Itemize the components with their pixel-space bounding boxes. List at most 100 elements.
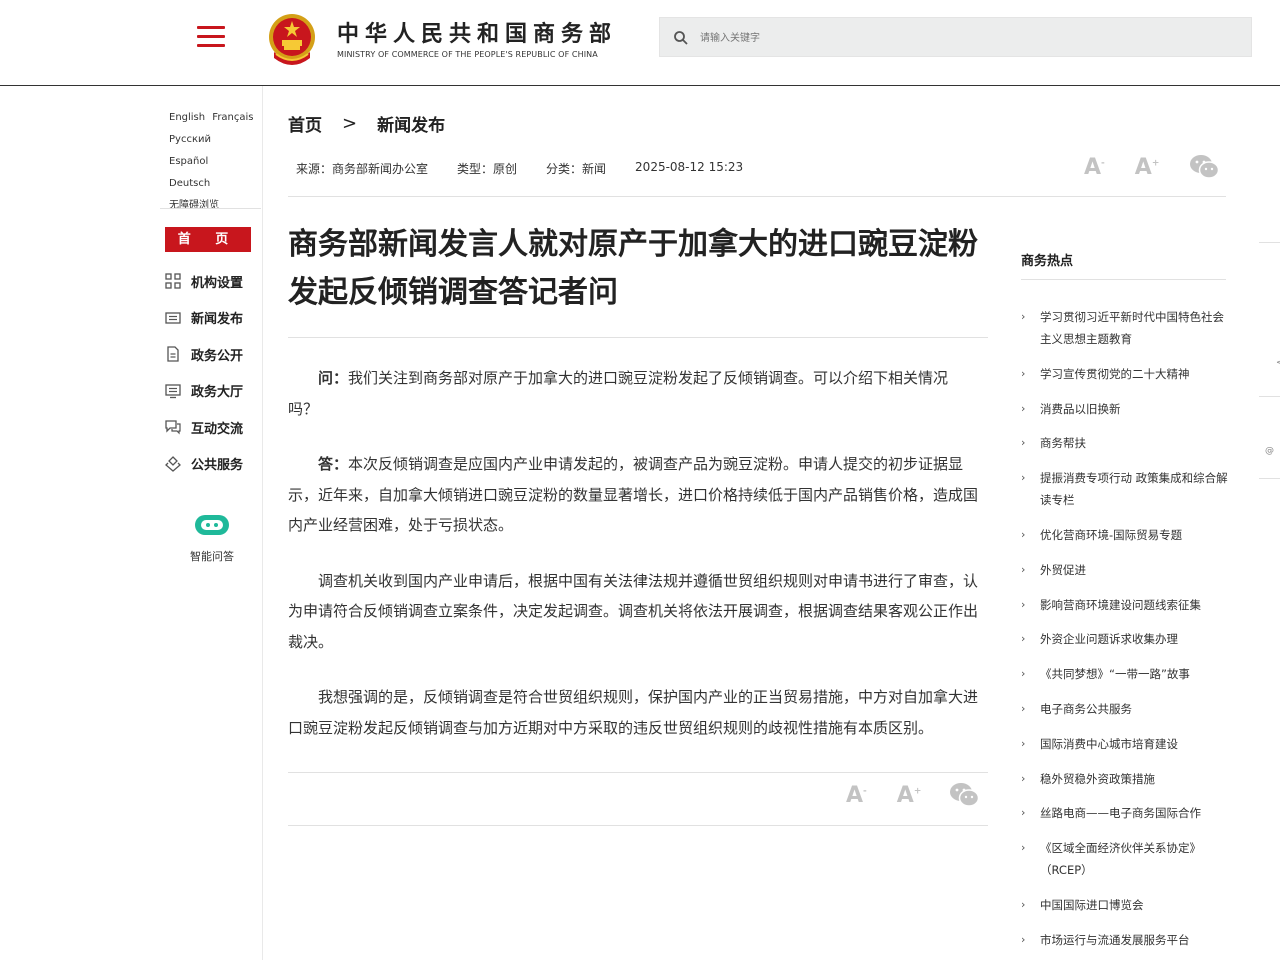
sidebar-item-label: 公共服务	[191, 458, 244, 474]
robot-icon	[195, 515, 229, 535]
hall-monitor-icon	[165, 384, 181, 398]
accessibility-link[interactable]: 无障碍浏览	[169, 200, 219, 211]
hot-topic-item[interactable]: › 外贸促进	[1021, 559, 1231, 581]
divider	[288, 196, 1226, 197]
sidebar-divider	[160, 208, 261, 209]
chevron-right-icon: ›	[1021, 841, 1026, 855]
answer-lead: 答：	[318, 455, 349, 473]
hot-topic-item[interactable]: › 学习贯彻习近平新时代中国特色社会主义思想主题教育	[1021, 306, 1231, 350]
chevron-right-icon: ›	[1021, 401, 1026, 415]
chevron-right-icon: ›	[1021, 736, 1026, 750]
hot-topic-item[interactable]: › 《区域全面经济伙伴关系协定》（RCEP）	[1021, 837, 1231, 881]
search-bar	[659, 17, 1252, 57]
hot-topic-item[interactable]: › 商务帮扶	[1021, 432, 1231, 454]
site-name-cn[interactable]: 中华人民共和国商务部	[337, 16, 617, 48]
sidebar-item-open-gov[interactable]: 政务公开	[165, 336, 260, 373]
breadcrumb: 首页 > 新闻发布	[288, 111, 445, 136]
sidebar-home-button[interactable]: 首 页	[165, 227, 251, 252]
hot-topic-item[interactable]: › 提振消费专项行动 政策集成和综合解读专栏	[1021, 467, 1231, 511]
edge-mark[interactable]: @	[1265, 446, 1274, 456]
article-body: 问：我们关注到商务部对原产于加拿大的进口豌豆淀粉发起了反倾销调查。可以介绍下相关…	[288, 363, 978, 768]
chevron-right-icon: ›	[1021, 701, 1026, 715]
news-icon	[165, 312, 181, 324]
chevron-right-icon: ›	[1021, 771, 1026, 785]
lang-russian[interactable]: Русский	[169, 134, 211, 145]
chevron-right-icon: ›	[1021, 667, 1026, 681]
chevron-right-icon: ›	[1021, 527, 1026, 541]
hot-topic-item[interactable]: › 《共同梦想》“一带一路”故事	[1021, 663, 1231, 685]
hot-topic-item[interactable]: › 消费品以旧换新	[1021, 398, 1231, 420]
sidebar-item-org[interactable]: 机构设置	[165, 263, 260, 300]
wechat-icon[interactable]	[949, 782, 980, 808]
sidebar-item-hall[interactable]: 政务大厅	[165, 373, 260, 410]
site-name-en: MINISTRY OF COMMERCE OF THE PEOPLE'S REP…	[337, 50, 598, 59]
chevron-right-icon: ›	[1021, 436, 1026, 450]
hot-topic-item[interactable]: › 稳外贸稳外资政策措施	[1021, 768, 1231, 790]
chevron-right-icon: ›	[1021, 562, 1026, 576]
ai-assistant-label: 智能问答	[190, 550, 234, 563]
font-increase-button[interactable]: A+	[1135, 155, 1160, 180]
sidebar-item-public-service[interactable]: 公共服务	[165, 446, 260, 483]
meta-type: 类型：原创	[457, 162, 518, 176]
breadcrumb-current[interactable]: 新闻发布	[377, 111, 445, 136]
font-decrease-button[interactable]: A-	[1084, 155, 1105, 180]
lang-spanish[interactable]: Español	[169, 156, 208, 167]
search-input[interactable]	[700, 27, 1220, 49]
hamburger-menu-icon[interactable]	[197, 26, 225, 48]
chat-icon	[165, 420, 181, 435]
sidebar-border	[262, 86, 263, 960]
hot-topic-item[interactable]: › 电子商务公共服务	[1021, 698, 1231, 720]
divider	[288, 337, 988, 338]
chevron-right-icon: ›	[1021, 806, 1026, 820]
sidebar-item-interact[interactable]: 互动交流	[165, 409, 260, 446]
site-header: 中华人民共和国商务部 MINISTRY OF COMMERCE OF THE P…	[0, 0, 1280, 86]
article-title: 商务部新闻发言人就对原产于加拿大的进口豌豆淀粉发起反倾销调查答记者问	[288, 227, 978, 310]
hot-topic-item[interactable]: › 中国国际进口博览会	[1021, 894, 1231, 916]
font-increase-button[interactable]: A+	[897, 783, 922, 808]
article-tools-top: A- A+	[1084, 154, 1220, 180]
hot-topic-item[interactable]: › 学习宣传贯彻党的二十大精神	[1021, 363, 1231, 385]
sidebar-item-news[interactable]: 新闻发布	[165, 300, 260, 337]
search-icon[interactable]	[673, 30, 689, 46]
lang-english[interactable]: English	[169, 112, 205, 123]
sidebar-item-label: 机构设置	[191, 275, 244, 291]
hot-topic-item[interactable]: › 国际消费中心城市培育建设	[1021, 733, 1231, 755]
breadcrumb-home[interactable]: 首页	[288, 111, 322, 136]
meta-source: 来源：商务部新闻办公室	[296, 162, 429, 176]
chevron-right-icon: ›	[1021, 597, 1026, 611]
chevron-right-icon: ›	[1021, 366, 1026, 380]
chevron-right-icon: ›	[1021, 632, 1026, 646]
sidebar-item-label: 互动交流	[191, 421, 244, 437]
chevron-right-icon: >	[342, 113, 358, 134]
national-emblem-icon[interactable]	[266, 12, 318, 66]
right-floating-panel: < @	[1259, 86, 1280, 960]
sidebar-nav: 机构设置 新闻发布 政务公开 政务大厅 互动交流 公共服务	[165, 263, 260, 482]
font-decrease-button[interactable]: A-	[846, 783, 867, 808]
divider	[288, 825, 988, 826]
ai-assistant-button[interactable]: 智能问答	[186, 512, 238, 564]
hot-topic-item[interactable]: › 优化营商环境-国际贸易专题	[1021, 524, 1231, 546]
article-tools-bottom: A- A+	[846, 782, 980, 808]
divider	[1021, 279, 1226, 280]
hot-topics-title: 商务热点	[1021, 254, 1074, 269]
lang-french[interactable]: Français	[212, 112, 253, 123]
article-paragraph: 问：我们关注到商务部对原产于加拿大的进口豌豆淀粉发起了反倾销调查。可以介绍下相关…	[288, 369, 949, 418]
hot-topic-item[interactable]: › 丝路电商——电子商务国际合作	[1021, 802, 1231, 824]
hot-topic-item[interactable]: › 影响营商环境建设问题线索征集	[1021, 594, 1231, 616]
org-grid-icon	[165, 273, 181, 289]
article-meta: 来源：商务部新闻办公室 类型：原创 分类：新闻 2025-08-12 15:23	[296, 160, 772, 177]
article-paragraph: 答：本次反倾销调查是应国内产业申请发起的，被调查产品为豌豆淀粉。申请人提交的初步…	[288, 455, 979, 534]
sidebar-item-label: 新闻发布	[191, 312, 244, 328]
wechat-icon[interactable]	[1189, 154, 1220, 180]
sidebar-item-label: 政务大厅	[191, 385, 244, 401]
hot-topics-list: › 学习贯彻习近平新时代中国特色社会主义思想主题教育 › 学习宣传贯彻党的二十大精神…	[1021, 306, 1231, 960]
edge-mark[interactable]: <	[1276, 358, 1280, 368]
hot-topic-item[interactable]: › 市场运行与流通发展服务平台	[1021, 929, 1231, 951]
sidebar-item-label: 政务公开	[191, 348, 244, 364]
hot-topic-item[interactable]: › 外资企业问题诉求收集办理	[1021, 628, 1231, 650]
lang-german[interactable]: Deutsch	[169, 178, 210, 189]
article-paragraph: 调查机关收到国内产业申请后，根据中国有关法律法规并遵循世贸组织规则对申请书进行了…	[288, 571, 979, 651]
chevron-right-icon: ›	[1021, 471, 1026, 485]
service-icon	[165, 455, 181, 472]
meta-category: 分类：新闻	[546, 162, 607, 176]
